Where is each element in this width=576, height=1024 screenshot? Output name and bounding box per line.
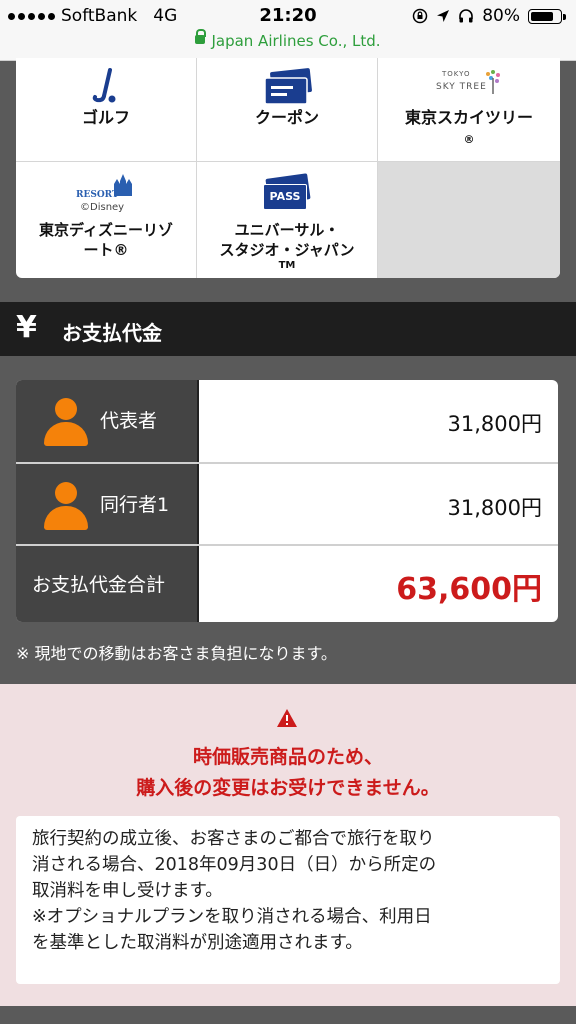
category-empty bbox=[378, 162, 560, 278]
yen-icon: ¥ bbox=[16, 310, 37, 345]
total-label-cell: お支払代金合計 bbox=[16, 546, 199, 622]
rotation-lock-icon bbox=[412, 8, 428, 24]
battery-fill bbox=[531, 11, 553, 21]
row-label: 同行者1 bbox=[100, 494, 170, 516]
disney-copyright: ©Disney bbox=[80, 202, 125, 213]
category-label-mark: ® bbox=[463, 133, 475, 146]
category-label: 東京ディズニーリゾ bbox=[39, 221, 173, 239]
payment-title: お支払代金 bbox=[62, 321, 162, 345]
pass-icon-text: PASS bbox=[263, 184, 307, 210]
warning-message: 時価販売商品のため、 購入後の変更はお受けできません。 bbox=[0, 742, 576, 804]
category-label: ユニバーサル・ bbox=[234, 221, 340, 239]
policy-line: 消される場合、2018年09月30日（日）から所定の bbox=[32, 855, 437, 875]
category-label: 東京スカイツリー bbox=[404, 108, 533, 127]
category-usj[interactable]: PASS ユニバーサル・ スタジオ・ジャパン TM bbox=[197, 162, 378, 278]
person-icon bbox=[44, 398, 88, 446]
category-label-line2: ート® bbox=[83, 241, 129, 259]
policy-line: ※オプショナルプランを取り消される場合、利用日 bbox=[32, 907, 432, 927]
transport-note: ※ 現地での移動はお客さま負担になります。 bbox=[16, 644, 337, 663]
url-text: Japan Airlines Co., Ltd. bbox=[211, 32, 381, 50]
category-golf[interactable]: ゴルフ bbox=[16, 58, 197, 162]
category-label: ゴルフ bbox=[81, 108, 130, 127]
category-coupon[interactable]: クーポン bbox=[197, 58, 378, 162]
payment-table: 代表者 31,800円 同行者1 31,800円 お支払代金合計 63,600円 bbox=[16, 380, 558, 622]
policy-line: を基準とした取消料が別途適用されます。 bbox=[32, 933, 363, 953]
row-value-cell: 31,800円 bbox=[201, 464, 558, 544]
category-label-line3: TM bbox=[278, 260, 296, 271]
payment-row-representative: 代表者 31,800円 bbox=[16, 380, 558, 462]
location-icon bbox=[437, 10, 450, 22]
category-skytree[interactable]: TOKYO SKY TREE 東京スカイツリー ® bbox=[378, 58, 560, 162]
category-label: クーポン bbox=[254, 108, 319, 127]
category-grid: ゴルフ クーポン TOKYO SKY TREE 東京スカイツリー ® RESOR… bbox=[16, 58, 560, 278]
policy-line: 取消料を申し受けます。 bbox=[32, 881, 223, 901]
row-label: 代表者 bbox=[100, 410, 158, 432]
status-bar: SoftBank 4G 21:20 80% Japan Airlines Co.… bbox=[0, 0, 576, 61]
payment-row-total: お支払代金合計 63,600円 bbox=[16, 546, 558, 622]
category-disney-resort[interactable]: RESORT ©Disney 東京ディズニーリゾ ート® bbox=[16, 162, 197, 278]
resort-text: RESORT bbox=[76, 190, 119, 200]
warning-line2: 購入後の変更はお受けできません。 bbox=[136, 777, 440, 799]
golf-icon bbox=[92, 68, 116, 103]
person-icon bbox=[44, 482, 88, 530]
row-label-cell: 代表者 bbox=[16, 380, 199, 462]
row-value-cell: 31,800円 bbox=[201, 380, 558, 462]
url-bar[interactable]: Japan Airlines Co., Ltd. bbox=[0, 29, 576, 50]
total-label: お支払代金合計 bbox=[32, 574, 166, 596]
lock-icon bbox=[195, 29, 207, 44]
row-value: 31,800円 bbox=[447, 496, 542, 520]
coupon-icon bbox=[264, 68, 312, 105]
battery-percent: 80% bbox=[482, 6, 520, 26]
category-label-line2: スタジオ・ジャパン bbox=[219, 241, 355, 259]
row-label-cell: 同行者1 bbox=[16, 464, 199, 544]
status-right: 80% bbox=[412, 6, 566, 26]
warning-line1: 時価販売商品のため、 bbox=[192, 746, 383, 768]
cancellation-policy: 旅行契約の成立後、お客さまのご都合で旅行を取り 消される場合、2018年09月3… bbox=[16, 816, 560, 984]
total-value-cell: 63,600円 bbox=[201, 546, 558, 622]
policy-line: 旅行契約の成立後、お客さまのご都合で旅行を取り bbox=[32, 829, 435, 849]
row-value: 31,800円 bbox=[447, 412, 542, 436]
skytree-logo-tokyo: TOKYO bbox=[442, 70, 471, 78]
warning-icon bbox=[277, 709, 297, 727]
disney-resort-logo: RESORT ©Disney bbox=[74, 172, 144, 216]
battery-icon bbox=[528, 8, 566, 24]
skytree-logo-text: SKY TREE bbox=[436, 82, 487, 92]
total-value: 63,600円 bbox=[396, 572, 542, 607]
skytree-tree-icon bbox=[486, 70, 500, 94]
payment-row-companion: 同行者1 31,800円 bbox=[16, 464, 558, 544]
warning-section: 時価販売商品のため、 購入後の変更はお受けできません。 旅行契約の成立後、お客さ… bbox=[0, 684, 576, 1006]
headphones-icon bbox=[459, 9, 474, 23]
pass-icon: PASS bbox=[263, 173, 311, 212]
payment-header: ¥ お支払代金 bbox=[0, 302, 576, 356]
skytree-logo: TOKYO SKY TREE bbox=[436, 70, 506, 104]
bottom-bar bbox=[0, 1006, 576, 1024]
